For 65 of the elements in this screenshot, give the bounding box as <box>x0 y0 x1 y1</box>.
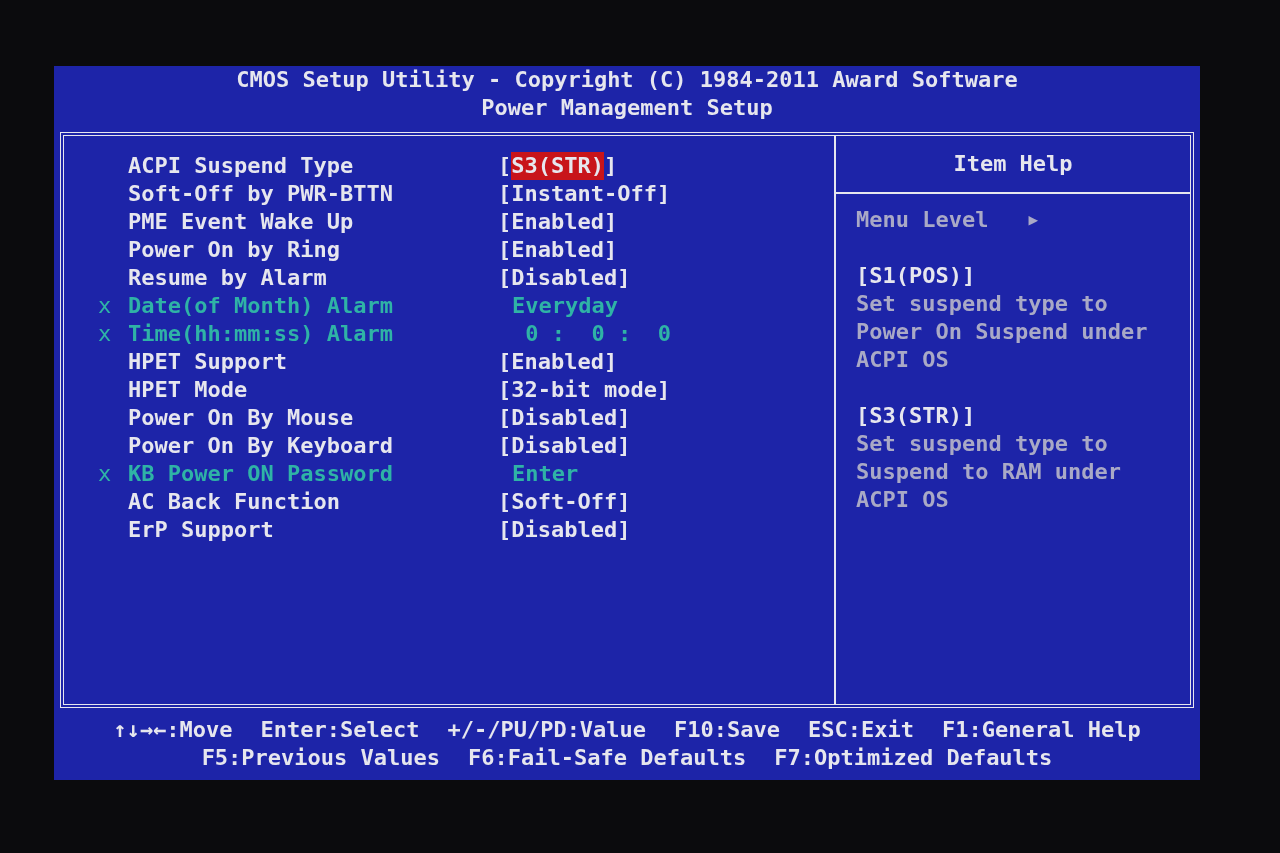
setting-value[interactable]: Disabled <box>511 432 618 460</box>
key-hint: F5:Previous Values <box>201 744 441 772</box>
bracket: [ <box>498 432 512 460</box>
setting-value[interactable]: Soft-Off <box>511 488 618 516</box>
menu-level-arrow: ▶ <box>1028 209 1039 231</box>
key-hint: F10:Save <box>674 716 781 744</box>
setting-label[interactable]: PME Event Wake Up <box>128 208 498 236</box>
bracket: [ <box>498 376 512 404</box>
key-hint: F6:Fail-Safe Defaults <box>468 744 747 772</box>
help-title: Item Help <box>836 136 1190 194</box>
setting-value[interactable]: Enabled <box>511 208 604 236</box>
bracket: [ <box>498 516 512 544</box>
setting-label[interactable]: Power On By Keyboard <box>128 432 498 460</box>
setting-value[interactable]: Disabled <box>511 264 618 292</box>
setting-value[interactable]: Enabled <box>511 236 604 264</box>
bracket: [ <box>498 152 512 180</box>
bracket: [ <box>498 180 512 208</box>
bracket: ] <box>617 432 631 460</box>
key-hint: F7:Optimized Defaults <box>774 744 1053 772</box>
menu-level-label: Menu Level <box>856 206 989 234</box>
page-title: Power Management Setup <box>481 94 773 122</box>
setting-value[interactable]: Disabled <box>511 404 618 432</box>
disabled-mark: x <box>98 293 112 318</box>
help-option: [S3(STR)] <box>856 402 1190 430</box>
disabled-mark: x <box>98 461 112 486</box>
setting-label[interactable]: ACPI Suspend Type <box>128 152 498 180</box>
key-hint: Enter:Select <box>260 716 420 744</box>
help-text: Set suspend type to Power On Suspend under ACPI OS <box>856 290 1149 374</box>
bracket: ] <box>656 376 671 404</box>
key-hint: +/-/PU/PD:Value <box>447 716 647 744</box>
help-option: [S1(POS)] <box>856 262 1190 290</box>
bracket: [ <box>498 208 512 236</box>
header-title: CMOS Setup Utility - Copyright (C) 1984-2011 Award Software <box>236 66 1018 94</box>
bracket: ] <box>617 488 631 516</box>
setting-label[interactable]: Power On By Mouse <box>128 404 498 432</box>
setting-value[interactable]: S3(STR) <box>511 152 604 180</box>
setting-label[interactable]: HPET Support <box>128 348 498 376</box>
setting-label[interactable]: Resume by Alarm <box>128 264 498 292</box>
key-hint: F1:General Help <box>942 716 1141 744</box>
bracket: ] <box>603 208 618 236</box>
bracket: ] <box>656 180 671 208</box>
setting-value[interactable]: Disabled <box>511 516 618 544</box>
setting-value[interactable]: Instant-Off <box>511 180 657 208</box>
bracket: [ <box>498 348 512 376</box>
bracket: ] <box>617 404 631 432</box>
bracket: ] <box>603 236 618 264</box>
help-text: Set suspend type to Suspend to RAM under ACPI OS <box>856 430 1122 514</box>
disabled-mark: x <box>98 321 112 346</box>
setting-label[interactable]: Power On by Ring <box>128 236 498 264</box>
bracket: [ <box>498 404 512 432</box>
setting-label[interactable]: AC Back Function <box>128 488 498 516</box>
setting-value[interactable]: 32-bit mode <box>511 376 657 404</box>
bracket: [ <box>498 488 512 516</box>
setting-label[interactable]: ErP Support <box>128 516 498 544</box>
bracket: ] <box>603 348 618 376</box>
setting-value[interactable]: Enabled <box>511 348 604 376</box>
key-hint: ↑↓→←:Move <box>113 716 233 744</box>
setting-label[interactable]: Soft-Off by PWR-BTTN <box>128 180 498 208</box>
key-hint: ESC:Exit <box>808 716 915 744</box>
setting-label[interactable]: HPET Mode <box>128 376 498 404</box>
bracket: ] <box>603 152 618 180</box>
bracket: [ <box>498 264 512 292</box>
bracket: ] <box>617 264 631 292</box>
bracket: ] <box>617 516 631 544</box>
bracket: [ <box>498 236 512 264</box>
